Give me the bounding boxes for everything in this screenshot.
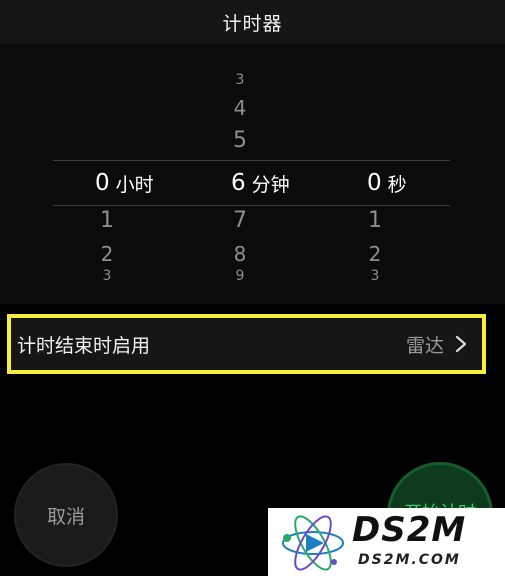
minutes-option[interactable]: 9 xyxy=(180,268,300,282)
watermark-brand: DS2M xyxy=(352,510,467,550)
cancel-button[interactable]: 取消 xyxy=(14,463,118,567)
chevron-right-icon xyxy=(455,335,467,353)
when-timer-ends-label: 计时结束时启用 xyxy=(17,334,151,357)
seconds-selected[interactable]: 0 秒 xyxy=(367,163,407,203)
ringtone-value: 雷达 xyxy=(405,334,444,357)
atom-logo-icon xyxy=(282,515,344,571)
hours-selected[interactable]: 0 小时 xyxy=(95,163,154,203)
watermark-url: DS2M.COM xyxy=(358,552,461,568)
cancel-label: 取消 xyxy=(46,505,85,528)
seconds-option[interactable]: 2 xyxy=(315,242,435,266)
seconds-option[interactable]: 1 xyxy=(315,208,435,233)
seconds-option[interactable]: 3 xyxy=(315,268,435,282)
minutes-option[interactable]: 4 xyxy=(180,96,300,120)
hours-unit: 小时 xyxy=(115,173,154,196)
minutes-option[interactable]: 3 xyxy=(180,72,300,86)
hours-option[interactable]: 2 xyxy=(47,242,167,266)
minutes-option[interactable]: 7 xyxy=(180,208,300,233)
seconds-value: 0 xyxy=(367,170,382,196)
minutes-value: 6 xyxy=(231,170,246,196)
watermark: DS2M DS2M.COM xyxy=(268,508,505,576)
hours-option[interactable]: 3 xyxy=(47,268,167,282)
seconds-column[interactable]: 1 2 3 xyxy=(315,0,435,300)
minutes-option[interactable]: 5 xyxy=(180,128,300,153)
minutes-column[interactable]: 3 4 5 7 8 9 xyxy=(180,0,300,300)
seconds-unit: 秒 xyxy=(387,173,407,196)
when-timer-ends-row[interactable]: 计时结束时启用 雷达 xyxy=(7,314,486,374)
hours-column[interactable]: 1 2 3 xyxy=(47,0,167,300)
minutes-selected[interactable]: 6 分钟 xyxy=(231,163,290,203)
hours-option[interactable]: 1 xyxy=(47,208,167,233)
setting-value-group: 雷达 xyxy=(406,331,468,358)
minutes-option[interactable]: 8 xyxy=(180,242,300,266)
minutes-unit: 分钟 xyxy=(251,173,290,196)
hours-value: 0 xyxy=(95,170,110,196)
